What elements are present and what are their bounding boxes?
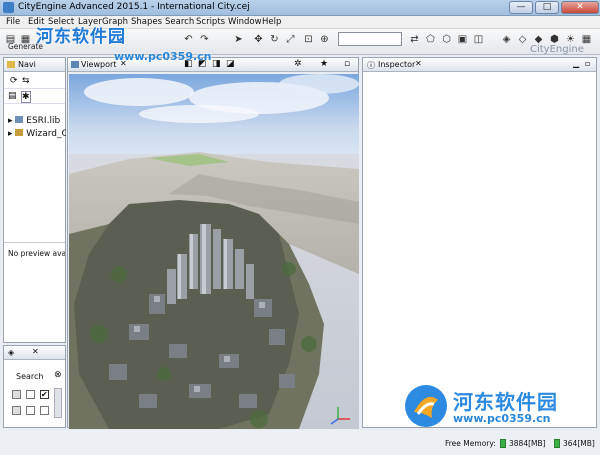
folder-icon [7,61,15,68]
clear-search-icon[interactable]: ⊗ [54,370,62,380]
inspector-panel: ⓘ Inspector ✕ ▁ ▫ [362,57,597,428]
3d-scene[interactable] [69,74,359,429]
info-icon: ⓘ [367,61,375,70]
close-tab-icon[interactable]: ✕ [415,59,422,68]
maximize-button[interactable]: □ [535,1,559,14]
maximize-icon[interactable]: ▫ [344,59,350,69]
viewport-tab[interactable]: Viewport ✕ ◧ ◩ ◨ ◪ ✲ ★ ▫ [68,58,358,72]
memory-bar-2 [554,439,560,448]
menu-window[interactable]: Window [228,17,262,27]
free-memory-label: Free Memory: [445,439,496,448]
menu-scripts[interactable]: Scripts [196,17,225,27]
watermark-url: www.pc0359.cn [114,50,212,63]
texture-view-icon[interactable]: ◇ [516,33,529,46]
close-tab-icon[interactable]: ✕ [32,347,39,356]
viewport-icon [71,61,79,68]
viewport-panel: Viewport ✕ ◧ ◩ ◨ ◪ ✲ ★ ▫ [67,57,359,429]
tab-inspector[interactable]: Inspector [378,60,415,69]
model-view-icon[interactable]: ◈ [500,33,513,46]
memory-value-1: 3884[MB] [509,439,546,448]
polygon-tool-icon[interactable]: ⬠ [424,33,437,46]
styles-panel: ◈ ✕ Search ⊗ ✔ [3,345,66,428]
search-label: Search [16,372,44,381]
menu-help[interactable]: Help [262,17,281,27]
watermark-text: 河东软件园 [36,27,126,47]
shape-tool-icon[interactable]: ⬡ [440,33,453,46]
minimize-panel-icon[interactable]: ▁ [573,59,579,68]
scale-tool-icon[interactable]: ⤢ [284,33,297,46]
cityengine-logo: CityEngine [530,44,584,55]
preview-text: No preview avail [8,249,65,258]
lot-tool-icon[interactable]: ◫ [472,33,485,46]
undo-icon[interactable]: ↶ [182,33,195,46]
navigator-item-label: Wizard_Ci [26,129,66,139]
settings-icon[interactable]: ✲ [294,59,302,69]
styles-tab[interactable]: ◈ ✕ [4,346,65,360]
maximize-panel-icon[interactable]: ▫ [585,59,590,68]
menu-shapes[interactable]: Shapes [131,17,162,27]
style-swatch-1[interactable] [12,390,21,399]
redo-icon[interactable]: ↷ [198,33,211,46]
close-button[interactable]: ✕ [561,1,599,14]
rotate-tool-icon[interactable]: ↻ [268,33,281,46]
watermark-logo-icon [405,385,447,427]
navigator-tab[interactable]: Navi [4,58,65,72]
style-swatch-3[interactable] [12,406,21,415]
style-swatch-4[interactable] [26,406,35,415]
project-icon [15,129,24,136]
inspector-tab[interactable]: ⓘ Inspector ✕ ▁ ▫ [363,58,596,72]
block-tool-icon[interactable]: ▣ [456,33,469,46]
style-swatch-5[interactable] [40,406,49,415]
app-icon [3,2,14,13]
minimize-button[interactable]: — [509,1,533,14]
menu-search[interactable]: Search [165,17,194,27]
navigator-item-label: ESRI.lib [26,116,61,126]
link-icon[interactable]: ⇆ [22,76,30,86]
expand-icon[interactable]: ▸ [8,129,13,139]
watermark-text-bottom: 河东软件园 [453,390,558,414]
window-title: CityEngine Advanced 2015.1 - Internation… [18,2,250,12]
style-checkbox[interactable]: ✔ [40,390,49,399]
filter-icon[interactable]: ✱ [21,91,31,103]
search-input[interactable] [338,32,402,46]
tab-viewport[interactable]: Viewport [81,60,116,69]
select-tool-icon[interactable]: ➤ [232,33,245,46]
list-item[interactable]: ▸ Wizard_Ci [8,129,66,139]
bookmark-icon[interactable]: ◨ [212,59,221,69]
status-bar: Free Memory: 3884[MB] 364[MB] [0,430,600,455]
expand-icon[interactable]: ▸ [8,116,13,126]
refresh-icon[interactable]: ⟳ [10,76,18,86]
style-swatch-2[interactable] [26,390,35,399]
title-bar: CityEngine Advanced 2015.1 - Internation… [0,0,600,16]
scene-render [69,74,359,429]
app-window: CityEngine Advanced 2015.1 - Internation… [0,0,600,455]
layers-icon: ◈ [8,348,15,357]
zoom-icon[interactable]: ⊕ [318,33,331,46]
collapse-icon[interactable]: ▤ [8,91,17,101]
library-icon [15,116,24,123]
frame-icon[interactable]: ⊡ [302,33,315,46]
memory-bar-1 [500,439,506,448]
tab-navigator[interactable]: Navi [18,60,36,69]
list-item[interactable]: ▸ ESRI.lib [8,116,60,126]
scrollbar[interactable] [54,388,62,418]
render-icon[interactable]: ◪ [226,59,235,69]
navigator-panel: Navi ⟳ ⇆ ▤ ✱ ▸ ESRI.lib ▸ Wizard_Ci No p… [3,57,66,343]
memory-value-2: 364[MB] [563,439,595,448]
street-tool-icon[interactable]: ⇄ [408,33,421,46]
star-icon[interactable]: ★ [320,59,328,69]
watermark-url-bottom: www.pc0359.cn [453,412,551,425]
move-tool-icon[interactable]: ✥ [252,33,265,46]
preview-area: No preview avail [4,242,65,342]
menu-file[interactable]: File [6,17,20,27]
